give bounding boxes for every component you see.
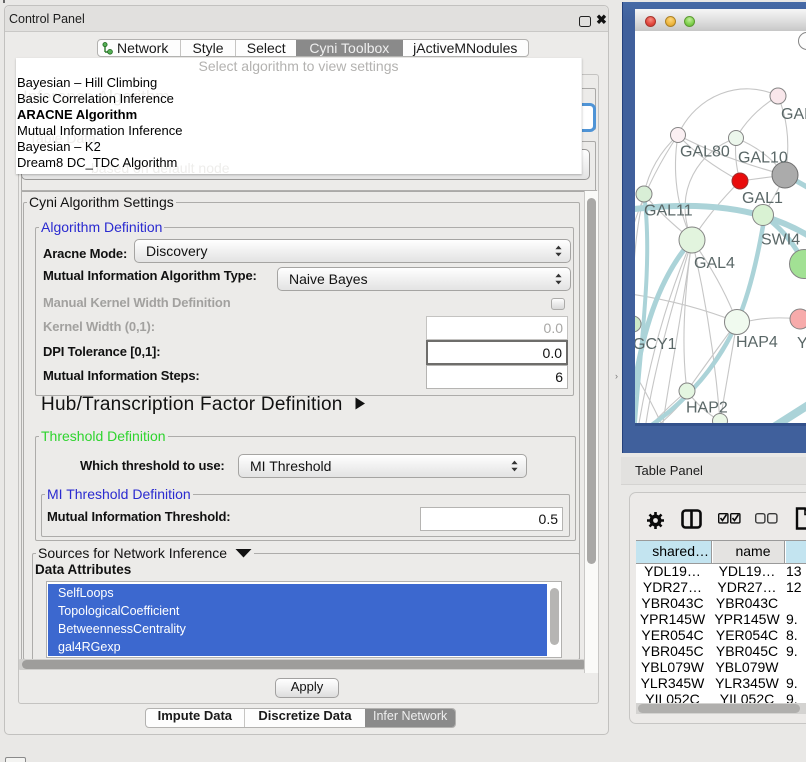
svg-text:SWI4: SWI4 — [761, 232, 800, 249]
svg-text:GAL80: GAL80 — [680, 144, 730, 161]
svg-text:GAL1: GAL1 — [742, 190, 783, 207]
svg-text:GAL: GAL — [781, 106, 806, 123]
svg-text:HAP2: HAP2 — [686, 400, 728, 417]
svg-text:GCY1: GCY1 — [635, 336, 677, 353]
svg-text:GAL4: GAL4 — [694, 255, 735, 272]
svg-text:GAL10: GAL10 — [738, 150, 788, 167]
svg-text:HAP4: HAP4 — [736, 334, 778, 351]
svg-text:Y: Y — [797, 335, 806, 352]
svg-text:GAL11: GAL11 — [644, 203, 693, 220]
